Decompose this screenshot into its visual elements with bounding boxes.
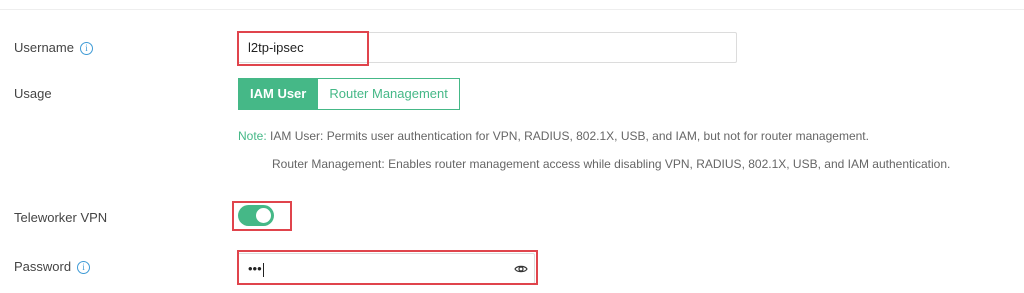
usage-segmented-control: IAM User Router Management [238,78,460,110]
username-input[interactable]: l2tp-ipsec [237,32,737,63]
usage-option-router-management[interactable]: Router Management [318,78,460,110]
teleworker-vpn-toggle[interactable] [238,205,274,226]
username-label: Username [14,40,74,55]
info-icon[interactable]: i [77,261,91,275]
teleworker-vpn-label: Teleworker VPN [14,210,108,225]
username-value: l2tp-ipsec [248,40,304,55]
eye-icon[interactable] [514,262,528,276]
note-label: Note: [238,129,267,143]
info-icon[interactable]: i [79,42,93,56]
note-text-iam: IAM User: Permits user authentication fo… [270,129,869,143]
password-input[interactable]: ••• [237,253,535,284]
password-masked-value: ••• [248,261,262,276]
password-label-row: Password i [14,259,91,275]
text-caret [262,262,264,277]
top-divider [0,9,1024,10]
usage-label: Usage [14,86,52,101]
password-label: Password [14,259,72,274]
toggle-knob [256,208,271,223]
username-label-row: Username i [14,40,93,56]
usage-note-line1: Note: IAM User: Permits user authenticat… [238,128,869,144]
usage-option-iam-user[interactable]: IAM User [238,78,319,110]
usage-note-line2: Router Management: Enables router manage… [272,157,951,171]
